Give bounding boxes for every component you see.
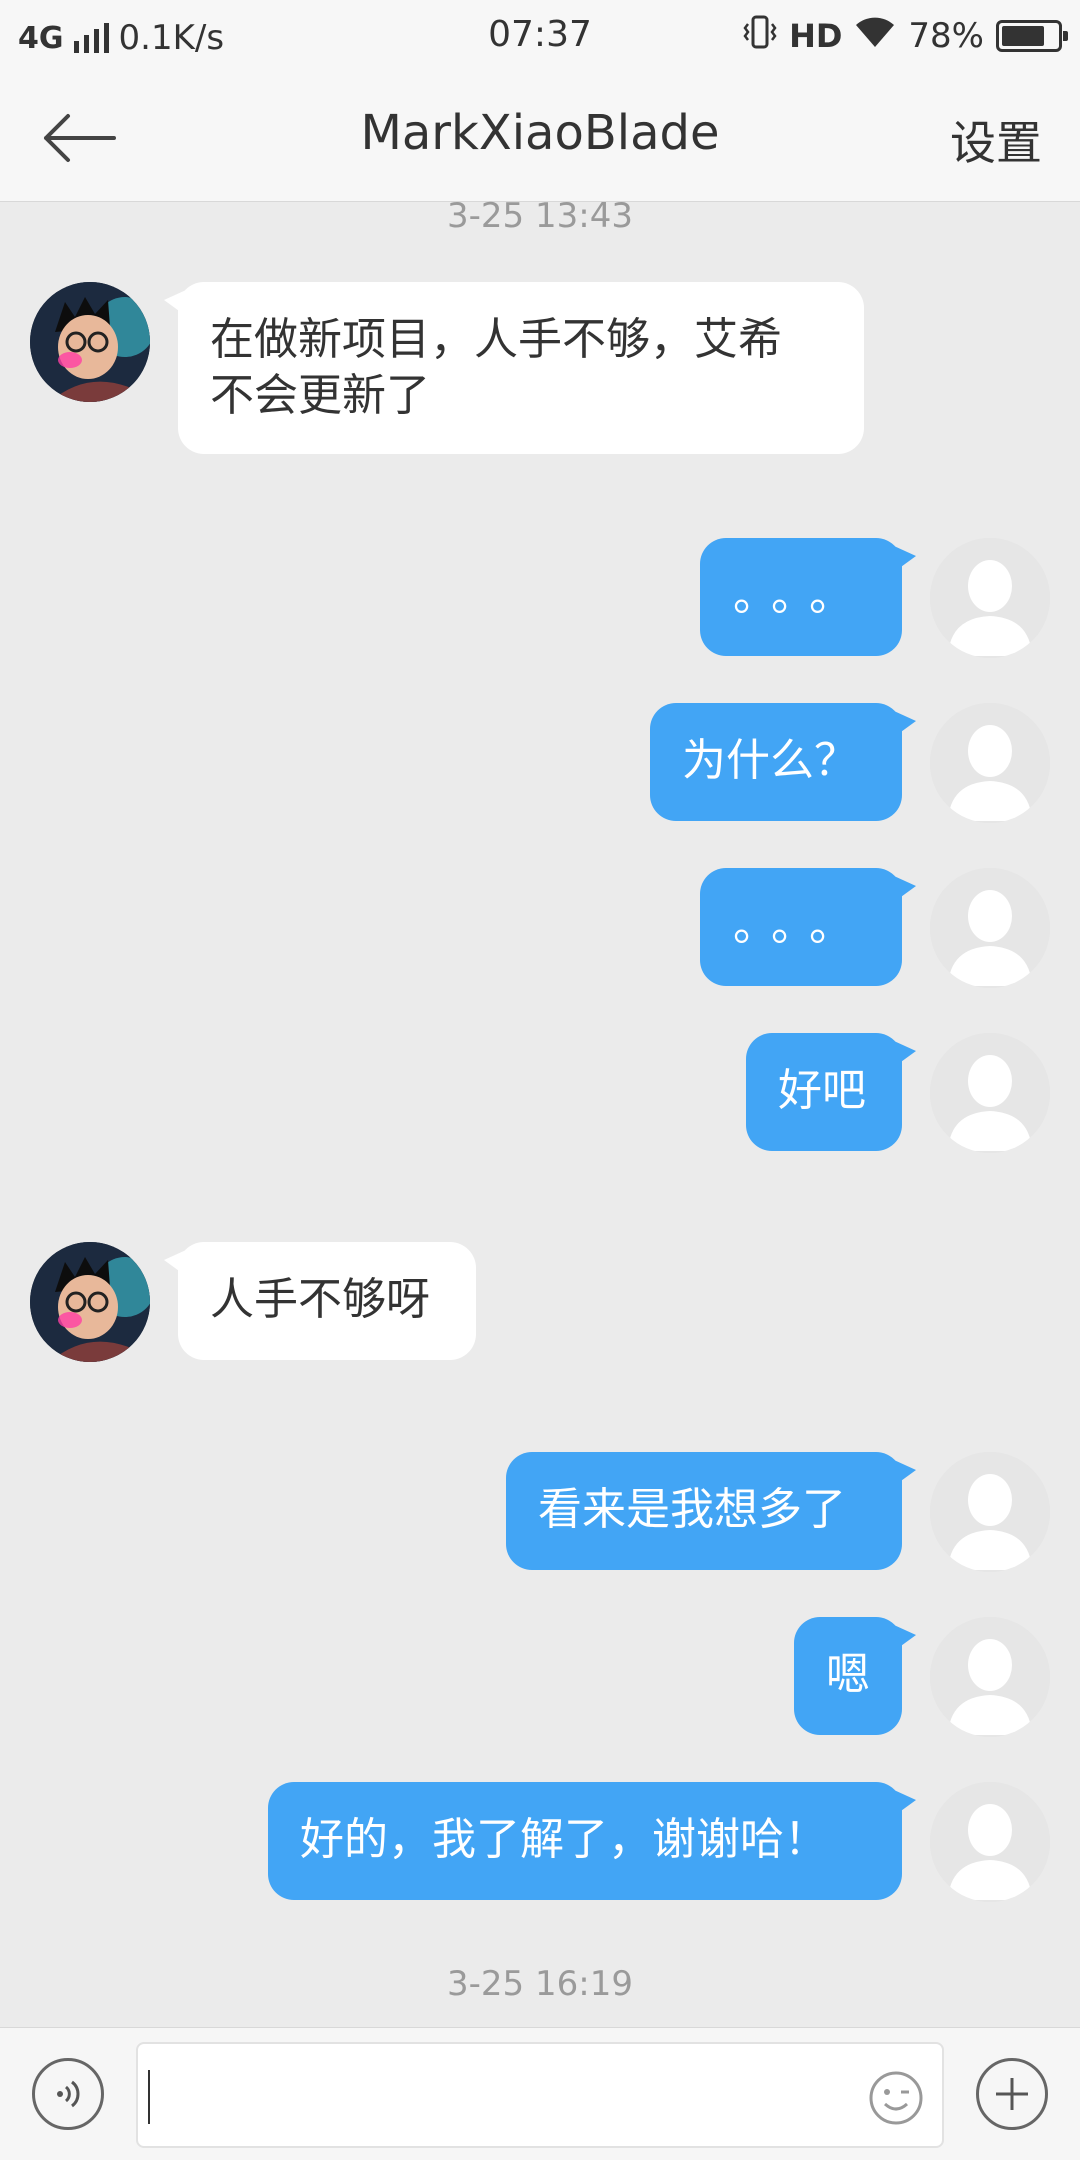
wifi-icon <box>854 15 896 58</box>
chat-area[interactable]: 3-25 13:43 在做新项目，人手不够，艾希 不会更新了 。。。 为什么？ … <box>0 196 1080 2027</box>
user-avatar[interactable] <box>930 1452 1050 1572</box>
voice-button[interactable] <box>32 2058 104 2130</box>
user-avatar[interactable] <box>930 703 1050 823</box>
more-button[interactable] <box>976 2058 1048 2130</box>
title-bar: MarkXiaoBlade 设置 <box>0 75 1080 202</box>
timestamp: 3-25 13:43 <box>447 196 633 236</box>
battery-percent: 78% <box>908 16 984 56</box>
vibrate-icon <box>743 14 777 59</box>
default-avatar-icon <box>930 1782 1050 1902</box>
voice-icon <box>57 2080 80 2108</box>
message-bubble-outgoing[interactable]: 。。。 <box>700 868 916 986</box>
emoji-button[interactable] <box>868 2070 924 2126</box>
chat-title: MarkXiaoBlade <box>360 105 720 161</box>
user-avatar[interactable] <box>930 1617 1050 1737</box>
hd-indicator: HD <box>789 17 843 55</box>
text-caret <box>148 2070 150 2124</box>
user-avatar[interactable] <box>930 868 1050 988</box>
message-bubble-outgoing[interactable]: 好的，我了解了，谢谢哈！ <box>268 1782 916 1900</box>
plus-icon <box>996 2078 1028 2110</box>
input-bar <box>0 2027 1080 2160</box>
battery-icon <box>996 20 1068 52</box>
contact-avatar[interactable] <box>30 282 150 402</box>
user-avatar[interactable] <box>930 1033 1050 1153</box>
message-bubble-outgoing[interactable]: 嗯 <box>794 1617 916 1735</box>
message-bubble-outgoing[interactable]: 好吧 <box>746 1033 916 1151</box>
emoji-icon <box>869 2071 923 2125</box>
message-input[interactable] <box>136 2042 944 2148</box>
message-bubble-outgoing[interactable]: 看来是我想多了 <box>506 1452 916 1570</box>
status-right: HD 78% <box>743 14 1068 59</box>
default-avatar-icon <box>930 538 1050 658</box>
status-bar: 4G 0.1K/s 07:37 HD 78% <box>0 0 1080 75</box>
user-avatar[interactable] <box>930 1782 1050 1902</box>
user-avatar[interactable] <box>930 538 1050 658</box>
default-avatar-icon <box>930 1617 1050 1737</box>
message-bubble-incoming[interactable]: 在做新项目，人手不够，艾希 不会更新了 <box>164 282 864 454</box>
default-avatar-icon <box>930 868 1050 988</box>
settings-button[interactable]: 设置 <box>950 107 1042 173</box>
default-avatar-icon <box>930 1033 1050 1153</box>
default-avatar-icon <box>930 1452 1050 1572</box>
message-bubble-outgoing[interactable]: 。。。 <box>700 538 916 656</box>
message-bubble-incoming[interactable]: 人手不够呀 <box>164 1242 476 1360</box>
message-bubble-outgoing[interactable]: 为什么？ <box>650 703 916 821</box>
default-avatar-icon <box>930 703 1050 823</box>
timestamp: 3-25 16:19 <box>447 1964 633 2004</box>
message-text: 在做新项目，人手不够，艾希 不会更新了 <box>210 314 782 421</box>
contact-avatar[interactable] <box>30 1242 150 1362</box>
